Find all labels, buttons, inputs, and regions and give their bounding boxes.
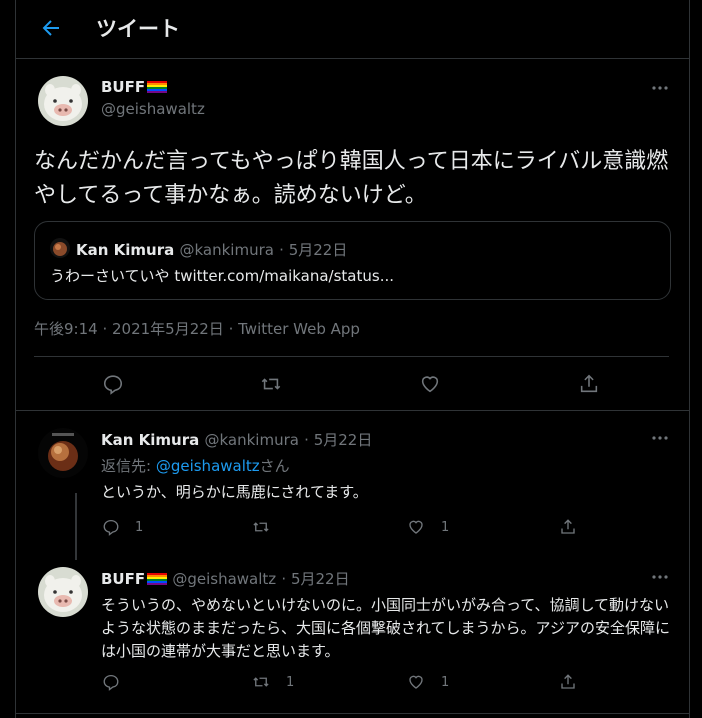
reply-to: 返信先: @geishawaltzさん [101,457,290,475]
tweet-time[interactable]: 午後9:14 [34,320,98,338]
avatar[interactable] [38,428,88,478]
header: ツイート [16,0,689,59]
divider [34,356,669,357]
more-icon[interactable] [650,567,670,587]
retweet-count: 1 [286,675,295,690]
quote-author: Kan Kimura @kankimura · 5月22日 [76,241,348,259]
share-icon[interactable] [559,518,577,536]
reply-to-link[interactable]: @geishawaltz [156,457,260,475]
author-name[interactable]: BUFF [101,78,168,96]
like-count: 1 [441,675,450,690]
tweet-source[interactable]: Twitter Web App [238,320,360,338]
quote-tweet[interactable]: Kan Kimura @kankimura · 5月22日 うわーさいていや t… [34,221,671,300]
avatar[interactable] [38,567,88,617]
author-handle[interactable]: @geishawaltz [101,100,205,118]
author-name[interactable]: BUFF @geishawaltz · 5月22日 [101,568,350,589]
divider [16,410,689,411]
retweet-icon[interactable] [260,373,282,395]
reply-icon[interactable] [102,673,120,691]
timeline-column: ツイート BUFF @geishawaltz なんだかんだ言ってもやっぱり韓国人… [15,0,690,718]
like-icon[interactable] [407,673,425,691]
reply-text: というか、明らかに馬鹿にされてます。 [101,483,368,501]
quote-text: うわーさいていや twitter.com/maikana/status... [50,267,395,285]
reply-count: 1 [135,520,144,535]
tweet-date[interactable]: 2021年5月22日 [112,320,224,338]
reply-text: そういうの、やめないといけないのに。小国同士がいがみ合って、協調して動けないよう… [101,596,670,660]
retweet-icon[interactable] [252,673,270,691]
more-icon[interactable] [650,78,670,98]
author-name[interactable]: Kan Kimura @kankimura · 5月22日 [101,429,372,450]
like-icon[interactable] [407,518,425,536]
retweet-icon[interactable] [252,518,270,536]
divider [16,713,689,714]
like-icon[interactable] [419,373,441,395]
thread-line [75,493,77,560]
rainbow-flag-icon [147,81,168,93]
avatar[interactable] [38,76,88,126]
reply-icon[interactable] [102,373,124,395]
rainbow-flag-icon [147,573,168,585]
more-icon[interactable] [650,428,670,448]
tweet-text: なんだかんだ言ってもやっぱり韓国人って日本にライバル意識燃やしてるって事かなぁ。… [34,149,669,208]
back-arrow-icon[interactable] [39,16,63,40]
share-icon[interactable] [559,673,577,691]
quote-avatar [50,238,70,258]
page-title: ツイート [96,17,180,41]
like-count: 1 [441,520,450,535]
reply-icon[interactable] [102,518,120,536]
share-icon[interactable] [578,373,600,395]
tweet-timestamp: 午後9:14 · 2021年5月22日 · Twitter Web App [34,320,360,338]
